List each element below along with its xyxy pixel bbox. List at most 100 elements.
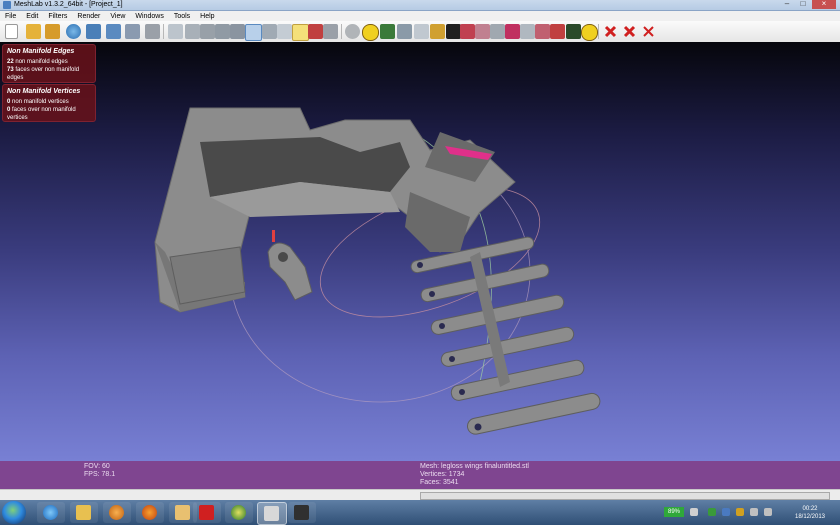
faces-label: faces over non manifold edges <box>7 67 80 81</box>
network-icon[interactable] <box>750 508 758 516</box>
wireframe-icon[interactable] <box>200 24 215 39</box>
panel-line: 0 non manifold vertices <box>3 98 95 106</box>
paint-icon[interactable] <box>414 24 429 39</box>
flat-shading-icon[interactable] <box>245 24 262 41</box>
mesh-render[interactable] <box>0 42 840 461</box>
delete-faces-icon[interactable] <box>603 24 618 39</box>
meshlab-app-icon <box>3 1 11 9</box>
paint-selection-icon[interactable] <box>505 24 520 39</box>
start-button[interactable] <box>2 501 26 524</box>
mesh-name: Mesh: legloss wings finaluntitled.stl <box>420 463 529 470</box>
camera-icon <box>294 505 309 520</box>
points-icon[interactable] <box>185 24 200 39</box>
flat-lines-icon[interactable] <box>230 24 245 39</box>
maximize-button[interactable]: □ <box>796 0 810 9</box>
edges-label: non manifold edges <box>15 59 68 65</box>
tray-icon[interactable] <box>722 508 730 516</box>
mesh-info-icon[interactable] <box>380 24 395 39</box>
taskbar-ie[interactable] <box>37 502 65 523</box>
close-button[interactable]: × <box>812 0 836 9</box>
align-icon[interactable] <box>520 24 535 39</box>
raster-icon[interactable] <box>446 24 461 39</box>
mesh-link <box>450 359 585 401</box>
mesh-hole <box>439 323 445 329</box>
menu-windows[interactable]: Windows <box>130 13 168 20</box>
hidden-lines-icon[interactable] <box>215 24 230 39</box>
menu-file[interactable]: File <box>0 13 21 20</box>
delete-vertices-icon[interactable] <box>622 24 637 39</box>
light-bulb-icon[interactable] <box>292 24 309 41</box>
vertices-count: 0 <box>7 99 11 105</box>
app-green-icon <box>231 505 246 520</box>
non-manifold-edges-panel: Non Manifold Edges 22 non manifold edges… <box>2 44 96 83</box>
trackball-icon[interactable] <box>345 24 360 39</box>
tray-icon[interactable] <box>736 508 744 516</box>
taskbar-sketchup[interactable] <box>193 502 221 523</box>
menu-render[interactable]: Render <box>72 13 105 20</box>
taskbar-explorer[interactable] <box>70 502 98 523</box>
menu-tools[interactable]: Tools <box>169 13 195 20</box>
mesh-links <box>410 236 601 435</box>
volume-icon[interactable] <box>764 508 772 516</box>
firefox-icon <box>142 505 157 520</box>
new-project-icon[interactable] <box>5 24 18 39</box>
mesh-hole <box>474 423 482 431</box>
tray-icon[interactable] <box>690 508 698 516</box>
tray-icon[interactable] <box>708 508 716 516</box>
faces-vertices-label: faces over non manifold vertices <box>7 107 76 121</box>
edges-count: 22 <box>7 59 14 65</box>
info-bar: FOV: 60 FPS: 78.1 Mesh: legloss wings fi… <box>0 461 840 489</box>
quality-mapper-icon[interactable] <box>566 24 581 39</box>
delete-selection-icon[interactable] <box>641 24 656 39</box>
import-mesh-icon[interactable] <box>45 24 60 39</box>
snapshot-icon[interactable] <box>106 24 121 39</box>
3d-viewport[interactable]: Non Manifold Edges 22 non manifold edges… <box>0 42 840 461</box>
reference-icon[interactable] <box>550 24 565 39</box>
menu-help[interactable]: Help <box>195 13 219 20</box>
panel-title: Non Manifold Vertices <box>7 88 81 95</box>
annotation-icon[interactable] <box>362 24 379 41</box>
bounding-box-icon[interactable] <box>168 24 183 39</box>
taskbar-firefox[interactable] <box>136 502 164 523</box>
select-vertices-icon[interactable] <box>475 24 490 39</box>
taskbar: 89% 00:22 18/12/2013 <box>0 500 840 525</box>
layers-icon[interactable] <box>125 24 140 39</box>
save-icon[interactable] <box>86 24 101 39</box>
taskbar-app-green[interactable] <box>225 502 253 523</box>
backface-icon[interactable] <box>308 24 323 39</box>
reload-icon[interactable] <box>66 24 81 39</box>
texture-icon[interactable] <box>277 24 292 39</box>
window-title: MeshLab v1.3.2_64bit - [Project_1] <box>14 1 123 8</box>
app-icon <box>175 505 190 520</box>
select-connected-icon[interactable] <box>490 24 505 39</box>
manipulator-icon[interactable] <box>535 24 550 39</box>
faces-count: 73 <box>7 67 14 73</box>
media-player-icon <box>109 505 124 520</box>
minimize-button[interactable]: – <box>780 0 794 9</box>
select-faces-icon[interactable] <box>460 24 475 39</box>
taskbar-camera[interactable] <box>288 502 316 523</box>
pencil-icon[interactable] <box>430 24 445 39</box>
print-icon[interactable] <box>145 24 160 39</box>
taskbar-meshlab[interactable] <box>257 502 287 525</box>
smooth-shading-icon[interactable] <box>262 24 277 39</box>
clock[interactable]: 00:22 18/12/2013 <box>790 505 830 521</box>
battery-indicator[interactable]: 89% <box>664 507 684 517</box>
menu-view[interactable]: View <box>105 13 130 20</box>
menu-bar: File Edit Filters Render View Windows To… <box>0 11 840 21</box>
panel-line: 0 faces over non manifold vertices <box>3 106 95 122</box>
open-folder-icon[interactable] <box>26 24 41 39</box>
mesh-link <box>440 326 575 367</box>
title-bar: MeshLab v1.3.2_64bit - [Project_1] – □ × <box>0 0 840 11</box>
vertices-label: non manifold vertices <box>12 99 69 105</box>
panel-line: 22 non manifold edges <box>3 58 95 66</box>
info-icon[interactable] <box>581 24 598 41</box>
taskbar-media-player[interactable] <box>103 502 131 523</box>
fancy-lighting-icon[interactable] <box>323 24 338 39</box>
toolbar <box>0 21 840 43</box>
faces-vertices-count: 0 <box>7 107 11 113</box>
measure-tool-icon[interactable] <box>397 24 412 39</box>
menu-edit[interactable]: Edit <box>21 13 43 20</box>
menu-filters[interactable]: Filters <box>43 13 72 20</box>
mesh-hole <box>449 356 455 362</box>
